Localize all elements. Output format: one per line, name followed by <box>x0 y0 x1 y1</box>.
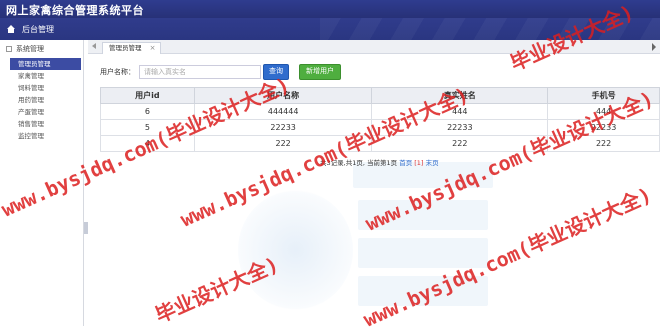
background-panel <box>358 276 488 306</box>
sidebar: 系统管理 管理员管理 家禽管理 饲料管理 用药管理 产蛋管理 销售管理 监控管理 <box>0 40 84 326</box>
sidebar-section-label: 系统管理 <box>16 45 44 53</box>
cell-user-id: 4 <box>100 135 195 152</box>
background-panel <box>358 200 488 230</box>
col-realname[interactable]: 真实姓名 <box>371 87 549 104</box>
tab-scroll-left-icon[interactable] <box>92 43 96 49</box>
cell-phone: 444 <box>547 103 660 120</box>
cell-phone: 22233 <box>547 119 660 136</box>
user-table: 用户id 用户名称 真实姓名 手机号 6 444444 444 444 5 22… <box>100 87 660 152</box>
add-user-button[interactable]: 新增用户 <box>299 64 341 80</box>
cell-realname: 22233 <box>371 119 549 136</box>
table-header-row: 用户id 用户名称 真实姓名 手机号 <box>100 87 660 104</box>
table-row[interactable]: 4 222 222 222 <box>100 135 660 152</box>
col-phone[interactable]: 手机号 <box>547 87 660 104</box>
tab-scroll-right-icon[interactable] <box>652 43 656 51</box>
sidebar-item-poultry[interactable]: 家禽管理 <box>10 70 83 82</box>
query-button[interactable]: 查询 <box>263 64 289 80</box>
nav-home-label: 后台管理 <box>22 25 54 34</box>
sidebar-item-monitor[interactable]: 监控管理 <box>10 130 83 142</box>
cell-user-id: 6 <box>100 103 195 120</box>
pagination-current-page[interactable]: [1] <box>414 159 423 167</box>
cell-username: 222 <box>193 135 373 152</box>
nav-bar-decoration <box>320 18 660 40</box>
sidebar-item-eggs[interactable]: 产蛋管理 <box>10 106 83 118</box>
tab-bar: 管理员管理 × <box>88 40 660 54</box>
app-title: 网上家禽综合管理系统平台 <box>6 4 144 17</box>
sidebar-item-feed[interactable]: 饲料管理 <box>10 82 83 94</box>
tab-close-icon[interactable]: × <box>150 43 156 54</box>
cell-realname: 222 <box>371 135 549 152</box>
sidebar-item-medication[interactable]: 用药管理 <box>10 94 83 106</box>
pagination-first-link[interactable]: 首页 <box>399 159 412 167</box>
background-map-graphic <box>238 190 353 310</box>
col-username[interactable]: 用户名称 <box>193 87 373 104</box>
cell-username: 22233 <box>193 119 373 136</box>
home-icon <box>6 25 16 34</box>
search-row: 用户名称： 查询 新增用户 <box>100 64 341 80</box>
pagination-summary: 共3记录,共1页, 当前第1页 <box>320 159 398 167</box>
collapse-toggle-icon <box>6 46 12 52</box>
nav-bar: 后台管理 <box>0 18 660 40</box>
table-row[interactable]: 6 444444 444 444 <box>100 103 660 120</box>
background-panel <box>358 238 488 268</box>
table-row[interactable]: 5 22233 22233 22233 <box>100 119 660 136</box>
cell-user-id: 5 <box>100 119 195 136</box>
tab-admin[interactable]: 管理员管理 × <box>102 42 161 54</box>
search-input[interactable] <box>139 65 261 79</box>
search-label: 用户名称： <box>100 68 135 76</box>
sidebar-item-admin[interactable]: 管理员管理 <box>10 58 81 70</box>
nav-home[interactable]: 后台管理 <box>6 24 54 35</box>
main-content: 管理员管理 × 用户名称： 查询 新增用户 用户id 用户名称 真实姓名 手机号… <box>88 40 660 326</box>
cell-phone: 222 <box>547 135 660 152</box>
cell-realname: 444 <box>371 103 549 120</box>
pagination-last-link[interactable]: 末页 <box>426 159 439 167</box>
tab-label: 管理员管理 <box>109 44 142 52</box>
cell-username: 444444 <box>193 103 373 120</box>
sidebar-menu: 管理员管理 家禽管理 饲料管理 用药管理 产蛋管理 销售管理 监控管理 <box>0 58 83 142</box>
col-user-id[interactable]: 用户id <box>100 87 195 104</box>
sidebar-section-system[interactable]: 系统管理 <box>0 40 83 58</box>
title-bar: 网上家禽综合管理系统平台 <box>0 0 660 18</box>
pagination: 共3记录,共1页, 当前第1页 首页 [1] 末页 <box>320 157 439 167</box>
sidebar-item-sales[interactable]: 销售管理 <box>10 118 83 130</box>
